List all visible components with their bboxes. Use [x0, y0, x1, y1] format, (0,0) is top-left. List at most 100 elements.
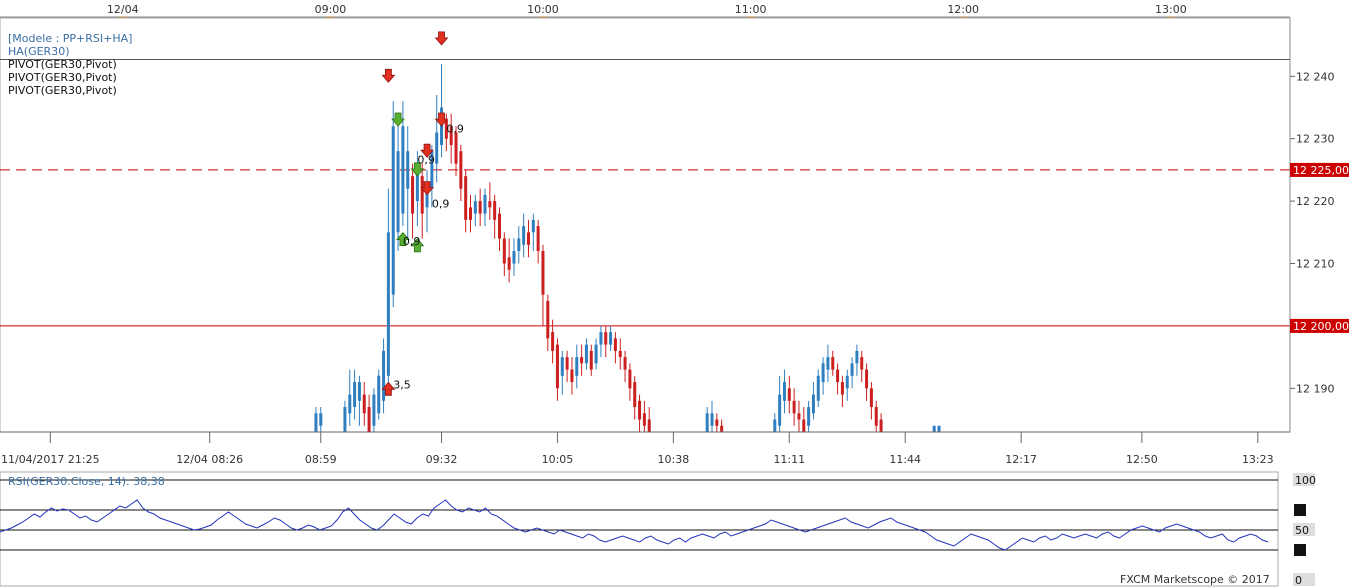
candle-body: [560, 357, 564, 376]
candle-body: [435, 132, 439, 164]
candle-body: [845, 375, 849, 389]
legend-entry: PIVOT(GER30,Pivot): [8, 84, 117, 97]
time-axis-label: 09:32: [426, 453, 458, 466]
candle-body: [483, 194, 487, 214]
rsi-panel: 100 50 0 RSI(GER30.Close, 14): 38,38: [0, 471, 1316, 587]
candle-body: [555, 344, 559, 389]
candle-body: [401, 126, 405, 214]
time-axis-label: 12/04 08:26: [176, 453, 243, 466]
rsi-axis-label: 50: [1295, 524, 1309, 537]
time-axis-label: 12:50: [1126, 453, 1158, 466]
candle-body: [792, 400, 796, 414]
candle-body: [638, 400, 642, 420]
pivot-value-label: 0,9: [432, 197, 450, 210]
pivot-value-label: 0,9: [403, 235, 421, 248]
candle-body: [386, 232, 390, 376]
candle-body: [874, 407, 878, 426]
candle-body: [594, 344, 598, 364]
candle-body: [517, 238, 521, 252]
candle-body: [478, 201, 482, 214]
candle-body: [512, 251, 516, 264]
candle-body: [531, 219, 535, 233]
pivot-value-label: 0,9: [446, 122, 464, 135]
candle-body: [604, 332, 608, 345]
candle-body: [497, 213, 501, 239]
candle-body: [836, 369, 840, 383]
time-axis-label: 10:38: [658, 453, 690, 466]
candle-body: [459, 151, 463, 189]
top-axis-label: 12/04: [107, 3, 139, 16]
top-axis-label: 12:00: [947, 3, 979, 16]
pivot-value-label: 3,5: [393, 378, 411, 391]
time-axis-label: 11/04/2017 21:25: [1, 453, 100, 466]
price-panel-frame: [0, 17, 1291, 433]
candle-body: [618, 350, 622, 358]
candle-body: [816, 375, 820, 401]
rsi-axis-label: 0: [1295, 574, 1302, 587]
candle-body: [647, 419, 651, 432]
candle-body: [879, 419, 883, 432]
candle-body: [937, 425, 941, 432]
candle-body: [551, 332, 555, 351]
candle-body: [420, 176, 424, 214]
time-axis-label: 11:44: [889, 453, 921, 466]
candle-body: [850, 363, 854, 376]
candle-body: [773, 419, 777, 432]
candle-body: [454, 132, 458, 164]
price-axis-label: 12 220: [1296, 195, 1335, 208]
candle-body: [720, 425, 724, 432]
candle-body: [469, 207, 473, 220]
legend-entry: PIVOT(GER30,Pivot): [8, 71, 117, 84]
candle-body: [807, 407, 811, 426]
candle-body: [715, 419, 719, 426]
candle-body: [411, 176, 415, 214]
candle-body: [319, 413, 323, 426]
candle-body: [546, 300, 550, 339]
candle-body: [372, 394, 376, 426]
top-axis-label: 11:00: [735, 3, 767, 16]
candle-body: [705, 413, 709, 432]
candle-body: [710, 413, 714, 426]
candle-body: [782, 382, 786, 401]
candle-body: [406, 151, 410, 189]
candle-body: [391, 126, 395, 295]
top-axis-label: 09:00: [315, 3, 347, 16]
candle-body: [367, 407, 371, 432]
candle-body: [811, 394, 815, 414]
candle-body: [377, 375, 381, 414]
candle-body: [493, 201, 497, 220]
candle-body: [343, 407, 347, 432]
trading-chart: 12/04 09:00 10:00 11:00 12:00 13:00 0,9 0,9 0,9…: [0, 0, 1349, 588]
level-price-label: 12 200,00: [1293, 320, 1349, 333]
candle-body: [778, 394, 782, 426]
candle-body: [526, 232, 530, 245]
candle-body: [536, 226, 540, 252]
candle-body: [396, 151, 400, 233]
top-axis-label: 10:00: [527, 3, 559, 16]
chart-legend: [Modele : PP+RSI+HA]HA(GER30)PIVOT(GER30…: [8, 32, 132, 97]
candle-body: [362, 394, 366, 414]
candle-body: [633, 382, 637, 408]
price-panel: 0,9 0,9 0,9 0,9 3,5 [Modele : PP+RSI+HA]HA(G…: [0, 17, 1291, 433]
candle-body: [932, 425, 936, 432]
candle-body: [575, 357, 579, 376]
price-axis-label: 12 210: [1296, 258, 1335, 271]
candle-body: [382, 350, 386, 401]
candle-body: [821, 363, 825, 383]
time-axis-label: 13:23: [1242, 453, 1274, 466]
candle-body: [831, 357, 835, 370]
candle-body: [570, 369, 574, 383]
candle-body: [488, 201, 492, 208]
candle-body: [802, 419, 806, 432]
candle-body: [522, 226, 526, 245]
candle-body: [826, 357, 830, 370]
candle-body: [865, 369, 869, 389]
time-axis-label: 08:59: [305, 453, 337, 466]
candle-body: [353, 382, 357, 408]
candle-body: [860, 357, 864, 370]
candle-body: [348, 394, 352, 414]
level-price-label: 12 225,00: [1293, 164, 1349, 177]
price-axis-label: 12 240: [1296, 70, 1335, 83]
candle-body: [642, 413, 646, 426]
top-axis-label: 13:00: [1155, 3, 1187, 16]
